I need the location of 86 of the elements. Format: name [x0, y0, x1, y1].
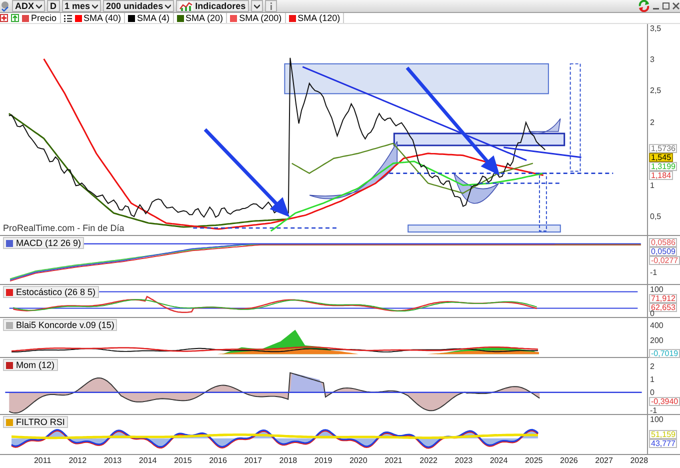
- indicator-label: Mom (12): [16, 360, 55, 370]
- units-dropdown[interactable]: 200 unidades: [103, 0, 174, 12]
- year-label: 2019: [313, 455, 334, 467]
- refresh-icon[interactable]: [638, 0, 650, 12]
- status-icon[interactable]: [0, 0, 10, 12]
- legend-label[interactable]: SMA (120): [298, 13, 340, 23]
- value-tag: 1,5736: [649, 144, 678, 154]
- year-label: 2016: [208, 455, 228, 467]
- indicator-label: Estocástico (26 8 5): [16, 287, 96, 297]
- indicators-caret-button[interactable]: [250, 0, 263, 12]
- year-label: 2011: [32, 455, 52, 467]
- axis-label: 1: [650, 374, 654, 384]
- dashed-rectangle: [538, 172, 547, 232]
- ticker-dropdown[interactable]: ADX: [12, 0, 46, 12]
- caret-icon: [92, 4, 98, 8]
- year-label: 2025: [524, 455, 544, 467]
- list-icon[interactable]: [64, 14, 72, 22]
- legend-label[interactable]: SMA (40): [84, 13, 122, 23]
- source-note: ProRealTime.com - Fin de Día: [3, 223, 124, 233]
- shaded-arc: [453, 172, 500, 204]
- value-tag: 1,545: [649, 153, 674, 162]
- axis-label: 3: [650, 54, 654, 64]
- year-label: 2028: [629, 455, 650, 467]
- year-label: 2022: [418, 455, 438, 467]
- year-label: 2020: [348, 455, 368, 467]
- value-tag: 0,0586: [649, 238, 678, 247]
- value-tag: 62,653: [649, 303, 678, 312]
- value-tag: 1,3199: [649, 162, 678, 172]
- year-label: 2017: [243, 455, 263, 467]
- axis-label: 0: [650, 309, 654, 318]
- indicator-label: Blai5 Koncorde v.09 (15): [16, 320, 114, 330]
- caret-icon: [165, 4, 172, 8]
- axis-label: 2: [650, 118, 654, 127]
- year-label: 2026: [559, 455, 579, 467]
- legend-label[interactable]: SMA (4): [137, 13, 170, 23]
- year-label: 2014: [138, 455, 158, 467]
- indicator-title[interactable]: Blai5 Koncorde v.09 (15): [3, 319, 118, 331]
- indicator-title[interactable]: MACD (12 26 9): [3, 237, 84, 249]
- indicators-button[interactable]: Indicadores: [176, 0, 249, 12]
- caret-icon: [254, 4, 260, 8]
- info-button[interactable]: [264, 0, 277, 12]
- year-label: 2027: [594, 455, 614, 467]
- arrow-up-icon[interactable]: [11, 14, 19, 22]
- add-icon[interactable]: [0, 14, 8, 22]
- caret-icon: [36, 4, 42, 8]
- value-tag: 71,912: [649, 294, 678, 303]
- year-label: 2012: [68, 455, 88, 467]
- axis-label: 1: [650, 180, 654, 190]
- axis-label: 200: [650, 336, 664, 344]
- value-tag: -0,7019: [649, 349, 680, 358]
- value-tag: -0,0277: [649, 256, 680, 265]
- axis-label: 400: [650, 320, 664, 330]
- year-label: 2015: [173, 455, 193, 467]
- axis-label: -1: [650, 268, 658, 276]
- axis-label: 2,5: [650, 86, 662, 96]
- indicator-title[interactable]: FILTRO RSI: [3, 416, 68, 428]
- year-label: 2023: [454, 455, 474, 467]
- legend-label[interactable]: Precio: [31, 13, 57, 23]
- info-icon: [268, 2, 274, 10]
- indicator-title[interactable]: Mom (12): [3, 359, 58, 371]
- shaded-arc: [528, 118, 561, 134]
- value-tag: 43,777: [649, 439, 678, 448]
- axis-label: 100: [650, 285, 664, 294]
- value-tag: -0,3940: [649, 396, 680, 406]
- year-label: 2021: [384, 455, 404, 467]
- year-label: 2024: [488, 455, 509, 467]
- legend-label[interactable]: SMA (200): [239, 13, 282, 23]
- period-dropdown[interactable]: 1 mes: [62, 0, 102, 12]
- axis-label: 0,5: [650, 212, 662, 221]
- axis-label: 3,5: [650, 24, 662, 33]
- day-button[interactable]: D: [47, 0, 60, 12]
- year-label: 2018: [278, 455, 298, 467]
- close-icon[interactable]: [672, 2, 680, 10]
- value-tag: 1,184: [649, 171, 674, 180]
- indicator-label: FILTRO RSI: [16, 417, 65, 427]
- axis-label: 0: [650, 388, 654, 396]
- axis-label: 100: [650, 415, 664, 424]
- axis-label: -1: [650, 406, 658, 414]
- maximize-icon[interactable]: [662, 2, 670, 10]
- value-tag: 51,159: [649, 430, 678, 440]
- indicator-title[interactable]: Estocástico (26 8 5): [3, 286, 99, 298]
- legend-label[interactable]: SMA (20): [186, 13, 224, 23]
- year-label: 2013: [102, 455, 123, 467]
- indicator-label: MACD (12 26 9): [16, 238, 82, 248]
- chart-icon: [179, 1, 194, 11]
- axis-label: 2: [650, 362, 654, 370]
